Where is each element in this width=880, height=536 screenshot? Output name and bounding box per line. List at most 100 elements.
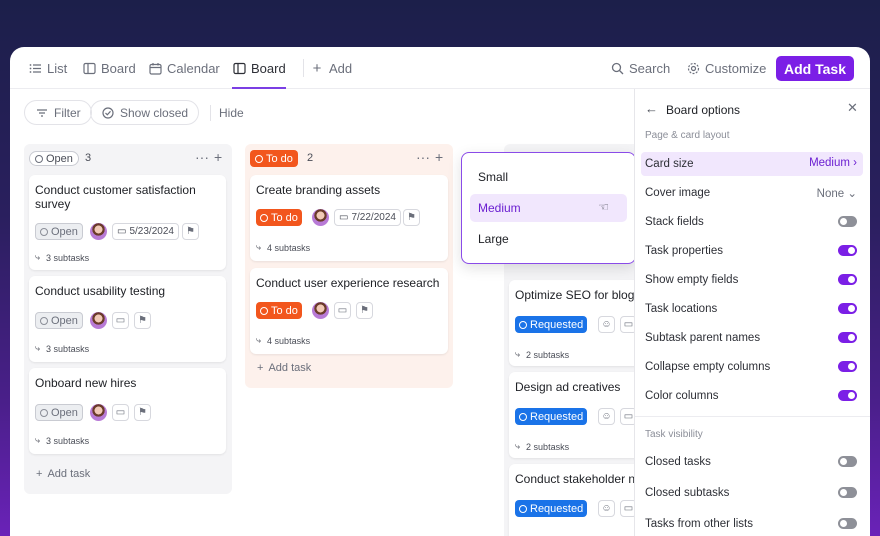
status-badge[interactable]: To do (256, 209, 302, 226)
search-button[interactable]: Search (610, 47, 670, 89)
status-badge[interactable]: Requested (515, 316, 588, 333)
avatar[interactable] (312, 209, 329, 226)
avatar[interactable] (312, 302, 329, 319)
back-arrow-icon[interactable]: ← (645, 101, 658, 116)
hide-button[interactable]: Hide (219, 106, 244, 120)
task-card[interactable]: Onboard new hires Open ▭ ⚑ ⤷ 3 subtasks (29, 368, 226, 454)
task-title: Design ad creatives (515, 380, 621, 394)
more-icon[interactable]: ··· (195, 149, 209, 165)
toggle-row[interactable]: Color columns (641, 384, 863, 408)
tab-board-active[interactable]: Board (232, 47, 286, 89)
more-icon[interactable]: ··· (416, 149, 430, 165)
flag-icon[interactable]: ⚑ (356, 302, 373, 319)
toggle-switch[interactable] (838, 303, 857, 314)
status-badge[interactable]: Open (35, 312, 83, 329)
add-task-link[interactable]: + Add task (257, 362, 311, 374)
status-badge[interactable]: Requested (515, 408, 588, 425)
list-icon (28, 61, 42, 75)
flag-icon[interactable]: ⚑ (403, 209, 420, 226)
task-title: Conduct stakeholder n (515, 472, 636, 486)
subtasks-label: 2 subtasks (526, 349, 570, 360)
toggle-switch[interactable] (838, 456, 857, 467)
card-size-row[interactable]: Card size Medium › (641, 152, 863, 176)
avatar[interactable] (90, 223, 107, 240)
flag-icon[interactable]: ⚑ (134, 404, 151, 421)
toggle-switch[interactable] (838, 390, 857, 401)
toggle-switch[interactable] (838, 274, 857, 285)
status-badge[interactable]: Open (35, 223, 83, 240)
show-closed-button[interactable]: Show closed (90, 100, 200, 125)
add-task-button[interactable]: Add Task (776, 56, 854, 81)
option-large[interactable]: Large (470, 225, 627, 253)
add-task-link[interactable]: + Add task (36, 468, 90, 480)
subtasks-toggle[interactable]: ⤷ 3 subtasks (35, 343, 89, 354)
assignee-icon[interactable]: ☺ (598, 316, 615, 333)
toggle-label: Color columns (645, 390, 719, 402)
due-date[interactable]: ▭ 7/22/2024 (334, 209, 401, 226)
add-view-button[interactable]: + Add (310, 47, 353, 89)
avatar[interactable] (90, 404, 107, 421)
task-card[interactable]: Create branding assets To do ▭ 7/22/2024… (250, 175, 448, 261)
calendar-icon[interactable]: ▭ (112, 404, 129, 421)
assignee-icon[interactable]: ☺ (598, 500, 615, 517)
flag-icon[interactable]: ⚑ (134, 312, 151, 329)
task-card[interactable]: Conduct customer satisfaction survey Ope… (29, 175, 226, 270)
task-card[interactable]: Design ad creatives Requested ☺ ▭ ⤷ 2 su… (509, 372, 644, 458)
tab-calendar[interactable]: Calendar (148, 47, 220, 89)
tab-list[interactable]: List (28, 47, 67, 89)
close-icon[interactable]: ✕ (847, 100, 858, 116)
toggle-switch[interactable] (838, 487, 857, 498)
subtasks-label: 4 subtasks (267, 242, 311, 253)
subtasks-toggle[interactable]: ⤷ 3 subtasks (35, 252, 89, 263)
status-badge[interactable]: Open (35, 404, 83, 421)
assignee-icon[interactable]: ☺ (598, 408, 615, 425)
calendar-icon[interactable]: ▭ (112, 312, 129, 329)
filter-button[interactable]: Filter (24, 100, 92, 125)
task-card[interactable]: Conduct user experience research To do ▭… (250, 268, 448, 354)
toggle-switch[interactable] (838, 361, 857, 372)
toggle-switch[interactable] (838, 216, 857, 227)
task-card[interactable]: Conduct usability testing Open ▭ ⚑ ⤷ 3 s… (29, 276, 226, 362)
cover-image-label: Cover image (645, 187, 711, 199)
subtasks-toggle[interactable]: ⤷ 4 subtasks (256, 335, 310, 346)
due-date[interactable]: ▭ 5/23/2024 (112, 223, 179, 240)
toggle-switch[interactable] (838, 518, 857, 529)
calendar-icon (148, 61, 162, 75)
toggle-row[interactable]: Tasks from other lists (641, 512, 863, 536)
gear-icon (686, 61, 700, 75)
due-date-label: 7/22/2024 (351, 212, 396, 223)
calendar-icon[interactable]: ▭ (334, 302, 351, 319)
avatar[interactable] (90, 312, 107, 329)
status-badge: To do (250, 150, 298, 167)
status-badge[interactable]: To do (256, 302, 302, 319)
status-badge[interactable]: Requested (515, 500, 588, 517)
customize-button[interactable]: Customize (686, 47, 766, 89)
toggle-row[interactable]: Collapse empty columns (641, 355, 863, 379)
toggle-row[interactable]: Subtask parent names (641, 326, 863, 350)
subtasks-toggle[interactable]: ⤷ 2 subtasks (515, 441, 569, 452)
plus-icon[interactable]: + (435, 149, 443, 165)
toggle-row[interactable]: Stack fields (641, 210, 863, 234)
tab-board[interactable]: Board (82, 47, 136, 89)
flag-icon[interactable]: ⚑ (182, 223, 199, 240)
task-card[interactable]: Optimize SEO for blog Requested ☺ ▭ ⤷ 2 … (509, 280, 644, 366)
toggle-row[interactable]: Task locations (641, 297, 863, 321)
toggle-switch[interactable] (838, 332, 857, 343)
cover-image-row[interactable]: Cover image None ⌄ (641, 181, 863, 205)
add-view-label: Add (329, 60, 353, 76)
toggle-switch[interactable] (838, 245, 857, 256)
plus-icon[interactable]: + (214, 149, 222, 165)
subtasks-toggle[interactable]: ⤷ 2 subtasks (515, 349, 569, 360)
subtasks-toggle[interactable]: ⤷ 4 subtasks (256, 242, 310, 253)
task-card[interactable]: Conduct stakeholder n Requested ☺ ▭ (509, 464, 644, 536)
search-label: Search (629, 60, 671, 76)
column-header: To do 2 ··· + (245, 144, 453, 172)
option-small[interactable]: Small (470, 163, 627, 191)
toggle-row[interactable]: Closed subtasks (641, 481, 863, 505)
toggle-row[interactable]: Show empty fields (641, 268, 863, 292)
calendar-icon: ▭ (117, 226, 127, 237)
toggle-row[interactable]: Task properties (641, 239, 863, 263)
option-medium[interactable]: Medium ☜ (470, 194, 627, 222)
subtasks-toggle[interactable]: ⤷ 3 subtasks (35, 435, 89, 446)
toggle-row[interactable]: Closed tasks (641, 450, 863, 474)
